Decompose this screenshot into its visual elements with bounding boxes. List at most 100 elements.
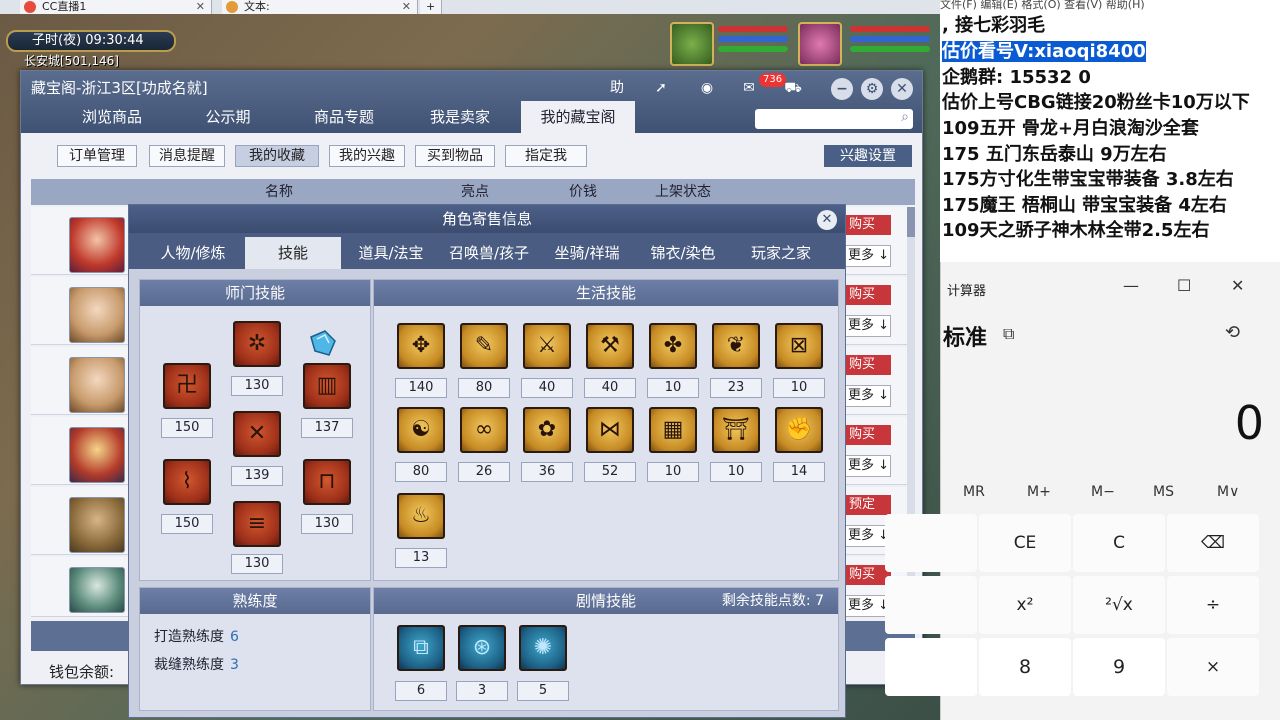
life-skill-icon[interactable]: ⛩	[712, 407, 760, 453]
notepad-menu[interactable]: 文件(F) 编辑(E) 格式(O) 查看(V) 帮助(H)	[940, 0, 1280, 12]
note-line[interactable]: 175方寸化生带宝宝带装备 3.8左右	[942, 168, 1234, 192]
seven-key[interactable]	[885, 638, 977, 696]
sect-skill-icon[interactable]: ▥	[303, 363, 351, 409]
life-skill-icon[interactable]: ✎	[460, 323, 508, 369]
sect-skill-icon[interactable]: ⊓	[303, 459, 351, 505]
record-icon[interactable]: ◉	[693, 77, 721, 99]
role-avatar[interactable]	[69, 497, 125, 553]
search-icon[interactable]: ⌕	[901, 109, 909, 125]
clear-key[interactable]: C	[1073, 514, 1165, 572]
note-line[interactable]: 175魔王 梧桐山 带宝宝装备 4左右	[942, 194, 1227, 218]
tab-cc-live[interactable]: CC直播1 ✕	[20, 0, 212, 14]
tab-skills[interactable]: 技能	[245, 237, 341, 269]
life-skill-icon[interactable]: ∞	[460, 407, 508, 453]
life-skill-icon[interactable]: ✥	[397, 323, 445, 369]
interest-settings-button[interactable]: 兴趣设置	[824, 145, 912, 167]
bought-items-button[interactable]: 买到物品	[415, 145, 495, 167]
note-line[interactable]: 估价上号CBG链接20粉丝卡10万以下	[942, 91, 1250, 115]
role-avatar[interactable]	[69, 287, 125, 343]
note-line[interactable]: 109天之骄子神木林全带2.5左右	[942, 219, 1209, 243]
my-favorites-button[interactable]: 我的收藏	[235, 145, 319, 167]
help-button[interactable]: 助	[603, 77, 631, 99]
story-skill-icon[interactable]: ✺	[519, 625, 567, 671]
my-interest-button[interactable]: 我的兴趣	[329, 145, 405, 167]
assigned-me-button[interactable]: 指定我	[505, 145, 587, 167]
nav-notice[interactable]: 公示期	[171, 101, 285, 133]
search-input[interactable]: ⌕	[755, 109, 913, 129]
tab-mounts[interactable]: 坐骑/祥瑞	[539, 237, 635, 269]
more-button[interactable]: 更多 ↓	[843, 455, 891, 477]
nav-seller[interactable]: 我是卖家	[403, 101, 517, 133]
sect-skill-icon[interactable]: ✲	[233, 321, 281, 367]
life-skill-icon[interactable]: ⊠	[775, 323, 823, 369]
more-button[interactable]: 更多 ↓	[843, 315, 891, 337]
life-skill-icon[interactable]: ⚔	[523, 323, 571, 369]
life-skill-icon[interactable]: ✤	[649, 323, 697, 369]
tab-character[interactable]: 人物/修炼	[145, 237, 241, 269]
sect-skill-icon[interactable]: ≡	[233, 501, 281, 547]
close-window-button[interactable]: ✕	[891, 78, 913, 100]
buy-button[interactable]: 购买	[843, 355, 891, 375]
story-skill-icon[interactable]: ⊛	[458, 625, 506, 671]
sect-skill-icon[interactable]: ✕	[233, 411, 281, 457]
divide-key[interactable]: ÷	[1167, 576, 1259, 634]
buy-button[interactable]: 购买	[843, 425, 891, 445]
life-skill-icon[interactable]: ☯	[397, 407, 445, 453]
note-line[interactable]: 企鹅群: 15532 0	[942, 66, 1091, 90]
eight-key[interactable]: 8	[979, 638, 1071, 696]
note-line[interactable]: 175 五门东岳泰山 9万左右	[942, 143, 1167, 167]
tab-items[interactable]: 道具/法宝	[343, 237, 439, 269]
square-key[interactable]: x²	[979, 576, 1071, 634]
life-skill-icon[interactable]: ⋈	[586, 407, 634, 453]
story-skill-icon[interactable]: ⧉	[397, 625, 445, 671]
more-button[interactable]: 更多 ↓	[843, 525, 891, 547]
percent-key[interactable]	[885, 514, 977, 572]
sect-skill-icon[interactable]: 卍	[163, 363, 211, 409]
more-button[interactable]: 更多 ↓	[843, 595, 891, 617]
nav-browse[interactable]: 浏览商品	[55, 101, 169, 133]
keep-on-top-icon[interactable]: ⧉	[1003, 324, 1014, 344]
message-remind-button[interactable]: 消息提醒	[149, 145, 225, 167]
multiply-key[interactable]: ×	[1167, 638, 1259, 696]
sqrt-key[interactable]: ²√x	[1073, 576, 1165, 634]
calc-close-button[interactable]: ✕	[1231, 276, 1244, 295]
buy-button[interactable]: 购买	[843, 285, 891, 305]
new-tab-button[interactable]: +	[420, 0, 442, 14]
mem-store-button[interactable]: MS	[1153, 484, 1174, 500]
scrollbar-thumb[interactable]	[907, 207, 915, 237]
nine-key[interactable]: 9	[1073, 638, 1165, 696]
buy-button[interactable]: 购买	[843, 565, 891, 585]
share-icon[interactable]: ➚	[647, 77, 675, 99]
life-skill-icon[interactable]: ▦	[649, 407, 697, 453]
note-line[interactable]: 109五开 骨龙+月白浪淘沙全套	[942, 117, 1199, 141]
order-manage-button[interactable]: 订单管理	[57, 145, 137, 167]
tab-costume[interactable]: 锦衣/染色	[635, 237, 731, 269]
life-skill-icon[interactable]: ❦	[712, 323, 760, 369]
nav-my-cbg[interactable]: 我的藏宝阁	[521, 101, 635, 133]
nav-topics[interactable]: 商品专题	[287, 101, 401, 133]
calc-minimize-button[interactable]: —	[1123, 276, 1139, 295]
note-line-selected[interactable]: 估价看号V:xiaoqi8400	[942, 40, 1146, 64]
mem-add-button[interactable]: M+	[1027, 484, 1051, 500]
history-icon[interactable]: ⟲	[1225, 322, 1240, 343]
reserve-button[interactable]: 预定	[843, 495, 891, 515]
minimize-button[interactable]: −	[831, 78, 853, 100]
role-avatar[interactable]	[69, 357, 125, 413]
mem-subtract-button[interactable]: M−	[1091, 484, 1115, 500]
note-line[interactable]: , 接七彩羽毛	[942, 14, 1045, 38]
more-button[interactable]: 更多 ↓	[843, 245, 891, 267]
life-skill-icon[interactable]: ⚒	[586, 323, 634, 369]
life-skill-icon[interactable]: ♨	[397, 493, 445, 539]
calc-maximize-button[interactable]: ☐	[1177, 276, 1191, 295]
tab-text[interactable]: 文本: ✕	[222, 0, 418, 14]
player-avatar[interactable]	[798, 22, 842, 66]
pet-avatar[interactable]	[670, 22, 714, 66]
sect-skill-icon[interactable]: ⌇	[163, 459, 211, 505]
close-tab-icon[interactable]: ✕	[196, 0, 205, 14]
close-tab-icon[interactable]: ✕	[402, 0, 411, 14]
role-avatar[interactable]	[69, 567, 125, 613]
buy-button[interactable]: 购买	[843, 215, 891, 235]
life-skill-icon[interactable]: ✿	[523, 407, 571, 453]
settings-gear-icon[interactable]: ⚙	[861, 78, 883, 100]
tab-home[interactable]: 玩家之家	[733, 237, 829, 269]
